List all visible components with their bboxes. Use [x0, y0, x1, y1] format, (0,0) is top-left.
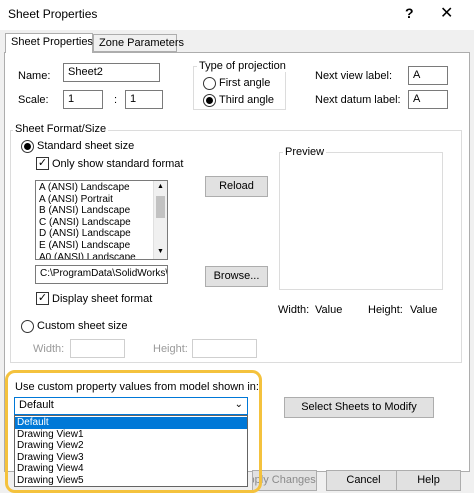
- display-format-label: Display sheet format: [52, 293, 153, 305]
- sheet-size-item[interactable]: D (ANSI) Landscape: [36, 228, 154, 240]
- select-sheets-button[interactable]: Select Sheets to Modify: [284, 397, 434, 418]
- scale-label: Scale:: [18, 94, 49, 106]
- scroll-down-icon[interactable]: ▼: [157, 248, 164, 255]
- scale-denominator-input[interactable]: 1: [125, 90, 163, 109]
- cancel-button[interactable]: Cancel: [326, 470, 401, 491]
- preview-width-value: Value: [315, 304, 343, 316]
- sheet-size-list[interactable]: A (ANSI) Landscape A (ANSI) Portrait B (AN…: [35, 180, 168, 260]
- preview-title: Preview: [283, 146, 327, 158]
- sheet-size-item[interactable]: A (ANSI) Portrait: [36, 194, 154, 206]
- third-angle-radio[interactable]: [203, 94, 216, 107]
- next-datum-label: Next datum label:: [315, 94, 401, 106]
- name-input[interactable]: Sheet2: [63, 63, 160, 82]
- sheet-size-item[interactable]: E (ANSI) Landscape: [36, 240, 154, 252]
- scroll-up-icon[interactable]: ▲: [157, 183, 164, 190]
- window-title: Sheet Properties: [8, 7, 98, 21]
- first-angle-label: First angle: [219, 77, 271, 89]
- sheet-size-item[interactable]: C (ANSI) Landscape: [36, 217, 154, 229]
- standard-size-label: Standard sheet size: [37, 140, 135, 152]
- reload-button[interactable]: Reload: [205, 176, 268, 197]
- standard-size-radio[interactable]: [21, 140, 34, 153]
- first-angle-radio[interactable]: [203, 77, 216, 90]
- next-view-label: Next view label:: [315, 70, 393, 82]
- display-format-checkbox[interactable]: ✓: [36, 292, 49, 305]
- preview-height-value: Value: [410, 304, 438, 316]
- sheet-size-scrollbar[interactable]: ▲ ▼: [153, 181, 167, 259]
- only-standard-label: Only show standard format: [52, 158, 184, 170]
- preview-box: [279, 152, 443, 290]
- format-path-input[interactable]: C:\ProgramData\SolidWorks\: [35, 265, 168, 284]
- next-view-input[interactable]: A: [408, 66, 448, 85]
- help-icon[interactable]: ?: [405, 5, 414, 21]
- custom-size-label: Custom sheet size: [37, 320, 128, 332]
- third-angle-label: Third angle: [219, 94, 275, 106]
- only-standard-checkbox[interactable]: ✓: [36, 157, 49, 170]
- next-datum-input[interactable]: A: [408, 90, 448, 109]
- scale-numerator-input[interactable]: 1: [63, 90, 103, 109]
- sheet-size-item[interactable]: A0 (ANSI) Landscape: [36, 252, 154, 259]
- custom-width-input[interactable]: [70, 339, 125, 358]
- sheet-format-title: Sheet Format/Size: [13, 123, 109, 135]
- name-label: Name:: [18, 70, 51, 82]
- preview-height-label: Height:: [368, 304, 403, 316]
- scale-separator: :: [114, 94, 118, 106]
- custom-size-radio[interactable]: [21, 320, 34, 333]
- tab-zone-parameters[interactable]: Zone Parameters: [93, 34, 184, 52]
- tab-sheet-properties[interactable]: Sheet Properties: [5, 33, 93, 53]
- sheet-size-item[interactable]: A (ANSI) Landscape: [36, 182, 154, 194]
- sheet-size-item[interactable]: B (ANSI) Landscape: [36, 205, 154, 217]
- preview-width-label: Width:: [278, 304, 310, 316]
- scroll-thumb[interactable]: [156, 196, 165, 218]
- highlight-outline: [5, 370, 262, 493]
- close-icon[interactable]: ✕: [440, 3, 453, 23]
- custom-height-label: Height:: [153, 343, 188, 355]
- help-button[interactable]: Help: [396, 470, 461, 491]
- browse-button[interactable]: Browse...: [205, 266, 268, 287]
- projection-title: Type of projection: [197, 60, 288, 72]
- custom-height-input[interactable]: [192, 339, 257, 358]
- custom-width-label: Width:: [33, 343, 65, 355]
